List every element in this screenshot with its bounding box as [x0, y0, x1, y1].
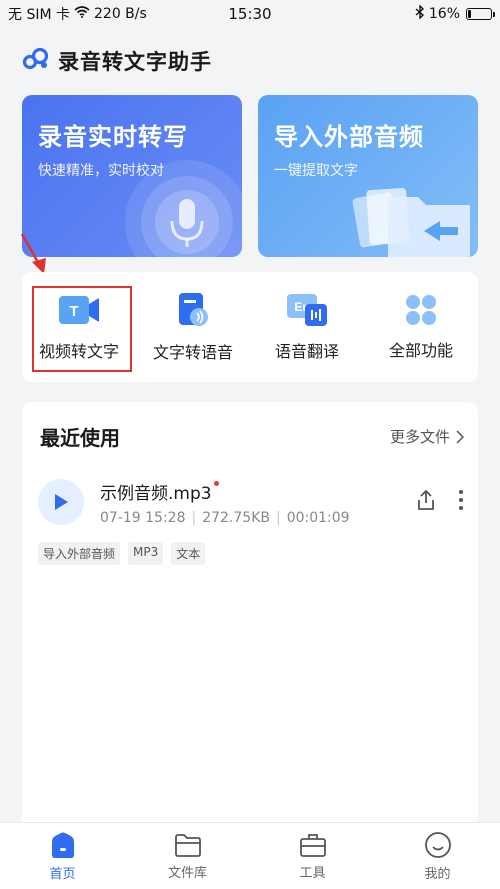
meta-separator: |	[275, 509, 281, 526]
file-actions	[414, 488, 464, 516]
feature-video-to-text[interactable]: T 视频转文字	[22, 272, 136, 382]
bottom-nav: 首页 文件库 工具 我的	[0, 822, 500, 889]
feature-text-to-speech[interactable]: 文字转语音	[136, 272, 250, 382]
wifi-icon	[74, 6, 90, 22]
feature-row: T 视频转文字 文字转语音 En 语音翻译 全部功能	[22, 272, 478, 382]
feature-label: 全部功能	[388, 341, 453, 360]
share-icon[interactable]	[414, 488, 438, 516]
battery-icon	[466, 8, 495, 20]
video-icon: T	[59, 296, 99, 324]
nav-tools[interactable]: 工具	[250, 823, 375, 889]
nav-label: 文件库	[167, 865, 207, 881]
file-info: 示例音频.mp3 07-19 15:28 | 272.75KB | 00:01:…	[100, 479, 414, 526]
file-date: 07-19 15:28	[100, 509, 186, 526]
nav-label: 工具	[299, 865, 326, 881]
feature-label: 语音翻译	[274, 342, 339, 361]
import-folder-icon	[352, 187, 470, 257]
status-bar: 无 SIM 卡 220 B/s 15:30 16%	[0, 0, 500, 28]
unread-dot	[213, 480, 219, 486]
import-card-title: 导入外部音频	[274, 123, 424, 151]
nav-file-library[interactable]: 文件库	[125, 823, 250, 889]
more-files-link[interactable]: 更多文件	[390, 426, 464, 447]
file-name: 示例音频.mp3	[100, 483, 212, 504]
carrier-text: 无 SIM 卡	[8, 7, 70, 23]
folder-icon	[174, 833, 201, 857]
import-audio-card[interactable]: 导入外部音频 一键提取文字	[258, 95, 478, 257]
status-right: 16%	[415, 4, 495, 23]
file-size: 272.75KB	[202, 509, 270, 526]
file-duration: 00:01:09	[286, 509, 350, 526]
home-icon	[51, 832, 74, 858]
nav-profile[interactable]: 我的	[375, 823, 500, 889]
profile-icon	[424, 831, 451, 858]
play-button[interactable]	[38, 479, 84, 525]
bluetooth-icon	[415, 4, 425, 23]
text-to-speech-icon	[179, 293, 208, 326]
microphone-icon	[125, 160, 242, 257]
app-title: 录音转文字助手	[58, 50, 212, 74]
nav-label: 首页	[49, 866, 76, 882]
app-logo-icon	[22, 47, 50, 75]
nav-home[interactable]: 首页	[0, 823, 125, 889]
recent-title: 最近使用	[40, 426, 120, 450]
toolbox-icon	[299, 833, 326, 857]
feature-voice-translate[interactable]: En 语音翻译	[250, 272, 364, 382]
play-icon	[55, 494, 68, 510]
app-header: 录音转文字助手	[22, 46, 212, 76]
recent-panel: 最近使用 更多文件 示例音频.mp3 07-19 15:28 | 272.75K…	[22, 402, 478, 832]
grid-icon	[406, 295, 436, 325]
record-realtime-card[interactable]: 录音实时转写 快速精准，实时校对	[22, 95, 242, 257]
file-tag: 文本	[171, 542, 206, 565]
nav-label: 我的	[424, 866, 451, 882]
file-tag: MP3	[128, 542, 164, 565]
meta-separator: |	[191, 509, 197, 526]
battery-text: 16%	[428, 6, 460, 22]
feature-label: 视频转文字	[38, 342, 119, 361]
more-files-label: 更多文件	[389, 428, 450, 446]
file-meta: 07-19 15:28 | 272.75KB | 00:01:09	[100, 510, 414, 526]
feature-label: 文字转语音	[152, 343, 233, 362]
chevron-right-icon	[456, 429, 464, 444]
file-tag: 导入外部音频	[38, 542, 121, 565]
red-arrow-annotation	[20, 233, 46, 274]
file-list-item[interactable]: 示例音频.mp3 07-19 15:28 | 272.75KB | 00:01:…	[38, 474, 464, 530]
svg-text:T: T	[69, 303, 78, 320]
translate-icon: En	[287, 294, 327, 326]
status-left: 无 SIM 卡 220 B/s	[8, 4, 147, 24]
file-tags: 导入外部音频 MP3 文本	[38, 542, 206, 565]
feature-all-functions[interactable]: 全部功能	[364, 272, 478, 382]
file-name-wrap: 示例音频.mp3	[100, 479, 219, 504]
battery-fill	[468, 10, 471, 18]
network-speed: 220 B/s	[94, 6, 147, 22]
more-options-icon[interactable]	[458, 488, 464, 516]
recent-header: 最近使用 更多文件	[40, 422, 464, 451]
